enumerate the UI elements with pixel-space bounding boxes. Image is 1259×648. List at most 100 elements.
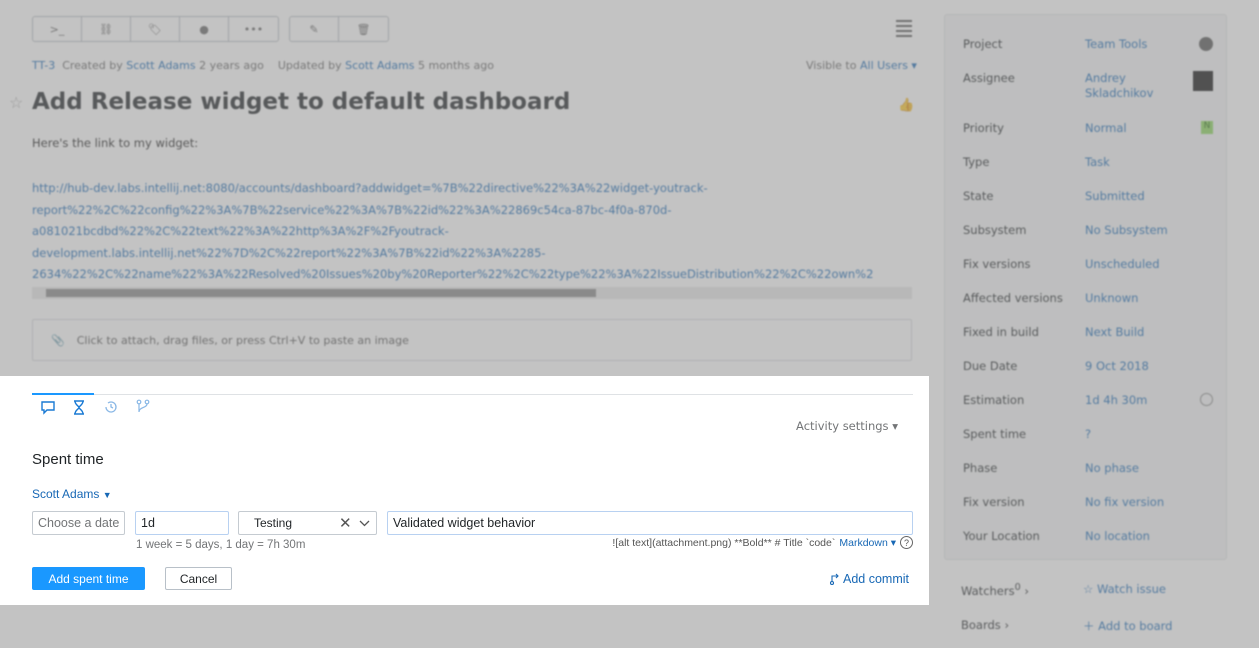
watch-issue-label: Watch issue (1096, 582, 1166, 596)
chevron-down-icon: ▼ (102, 490, 112, 500)
date-field[interactable]: Choose a date (32, 511, 125, 535)
avatar (1193, 71, 1213, 91)
boards-row[interactable]: Boards › ＋ Add to board (961, 618, 1173, 633)
field-row[interactable]: Assignee Andrey Skladchikov (963, 71, 1223, 101)
add-commit-label: Add commit (843, 572, 909, 586)
issue-meta: TT-3 Created by Scott Adams 2 years ago … (32, 59, 494, 72)
comment-value: Validated widget behavior (393, 516, 536, 530)
tab-vcs[interactable] (127, 393, 158, 421)
edit-icon[interactable]: ✎ (290, 17, 339, 41)
star-icon[interactable]: ☆ (9, 93, 23, 112)
toolbar-group-main: >_ ⛓ 🏷 ● ••• (32, 16, 279, 42)
field-value[interactable]: No fix version (1085, 495, 1195, 510)
field-row[interactable]: Your Location No location (963, 529, 1223, 544)
field-value[interactable]: Submitted (1085, 189, 1195, 204)
thumbs-up-icon[interactable]: 👍 (898, 98, 914, 113)
field-row[interactable]: Fix versions Unscheduled (963, 257, 1223, 272)
field-row[interactable]: Subsystem No Subsystem (963, 223, 1223, 238)
watch-issue-link[interactable]: ☆ Watch issue (1083, 582, 1166, 596)
field-value[interactable]: Task (1085, 155, 1195, 170)
attach-dropzone[interactable]: 📎 Click to attach, drag files, or press … (32, 319, 912, 361)
visible-to-link[interactable]: All Users (860, 59, 908, 72)
plus-icon: ＋ (1083, 619, 1095, 633)
menu-icon[interactable] (896, 20, 912, 40)
date-placeholder: Choose a date (38, 516, 120, 530)
markdown-label: Markdown (839, 536, 888, 549)
field-row[interactable]: Fixed in build Next Build (963, 325, 1223, 340)
help-icon[interactable]: ? (900, 536, 913, 549)
duration-field[interactable]: 1d (135, 511, 229, 535)
creator-link[interactable]: Scott Adams (126, 59, 195, 72)
add-spent-time-button[interactable]: Add spent time (32, 567, 145, 590)
field-value[interactable]: Unscheduled (1085, 257, 1195, 272)
field-key: Your Location (963, 529, 1040, 543)
markdown-syntax-hint: ![alt text](attachment.png) **Bold** # T… (612, 536, 836, 549)
field-value[interactable]: Andrey Skladchikov (1085, 71, 1195, 101)
field-value[interactable]: No Subsystem (1085, 223, 1195, 238)
updated-by-label: Updated by (277, 59, 342, 72)
comment-icon (40, 400, 55, 415)
activity-settings-dropdown[interactable]: Activity settings ▾ (796, 419, 898, 433)
cancel-button[interactable]: Cancel (165, 567, 232, 590)
field-value[interactable]: Next Build (1085, 325, 1195, 340)
field-row[interactable]: Spent time? (963, 427, 1223, 442)
markdown-dropdown[interactable]: Markdown ▾ (839, 537, 896, 549)
field-value[interactable]: 1d 4h 30m (1085, 393, 1195, 408)
priority-badge: N (1201, 121, 1213, 134)
work-type-value: Testing (254, 516, 293, 530)
field-key: Subsystem (963, 223, 1027, 237)
field-value[interactable]: Team Tools (1085, 37, 1195, 52)
field-row[interactable]: Affected versions Unknown (963, 291, 1223, 306)
add-commit-button[interactable]: Add commit (829, 572, 909, 586)
tag-icon[interactable]: 🏷 (131, 17, 180, 41)
tab-spent-time[interactable] (63, 393, 94, 421)
created-ago: 2 years ago (199, 59, 264, 72)
updated-ago: 5 months ago (418, 59, 494, 72)
field-row[interactable]: Priority Normal N (963, 121, 1223, 136)
updater-link[interactable]: Scott Adams (345, 59, 414, 72)
field-row[interactable]: Type Task (963, 155, 1223, 170)
link-icon[interactable]: ⛓ (82, 17, 131, 41)
command-icon[interactable]: >_ (33, 17, 82, 41)
user-icon[interactable]: ● (180, 17, 229, 41)
field-row[interactable]: Due Date 9 Oct 2018 (963, 359, 1223, 374)
comment-field[interactable]: Validated widget behavior (387, 511, 913, 535)
field-value[interactable]: No location (1085, 529, 1195, 544)
field-row[interactable]: Project Team Tools (963, 37, 1223, 52)
author-dropdown[interactable]: Scott Adams ▼ (32, 487, 112, 501)
horizontal-scrollbar[interactable] (32, 287, 912, 299)
field-value[interactable]: ? (1085, 427, 1195, 442)
scrollbar-thumb[interactable] (46, 289, 596, 297)
visibility[interactable]: Visible to All Users ▾ (806, 59, 917, 72)
clear-icon[interactable]: ✕ (339, 514, 352, 532)
field-value[interactable]: No phase (1085, 461, 1195, 476)
paperclip-icon: 📎 (51, 333, 65, 347)
field-key: Fix version (963, 495, 1025, 509)
spent-time-title: Spent time (32, 451, 104, 468)
field-value[interactable]: 9 Oct 2018 (1085, 359, 1195, 374)
field-row[interactable]: Phase No phase (963, 461, 1223, 476)
trash-icon[interactable]: 🗑 (339, 17, 388, 41)
widget-url[interactable]: http://hub-dev.labs.intellij.net:8080/ac… (32, 178, 912, 286)
work-type-select[interactable]: Testing ✕ (238, 511, 377, 535)
duration-value: 1d (141, 516, 155, 530)
issue-description: Here's the link to my widget: (32, 136, 199, 150)
field-value[interactable]: Unknown (1085, 291, 1195, 306)
issue-title: Add Release widget to default dashboard (32, 89, 571, 115)
issue-id[interactable]: TT-3 (32, 59, 55, 72)
field-row[interactable]: Fix version No fix version (963, 495, 1223, 510)
tab-history[interactable] (95, 393, 126, 421)
watchers-row[interactable]: Watchers0 › ☆ Watch issue (961, 582, 1166, 598)
toolbar-group-edit: ✎ 🗑 (289, 16, 389, 42)
more-icon[interactable]: ••• (229, 17, 278, 41)
chevron-down-icon[interactable] (359, 520, 370, 527)
field-value[interactable]: Normal (1085, 121, 1195, 136)
url-line: http://hub-dev.labs.intellij.net:8080/ac… (32, 181, 708, 195)
tab-comments[interactable] (32, 393, 63, 421)
field-row[interactable]: Estimation 1d 4h 30m (963, 393, 1223, 408)
chevron-down-icon: ▾ (911, 59, 917, 72)
commit-icon (829, 573, 839, 585)
add-to-board-link[interactable]: ＋ Add to board (1083, 618, 1173, 634)
clock-icon (1200, 393, 1213, 406)
field-row[interactable]: State Submitted (963, 189, 1223, 204)
